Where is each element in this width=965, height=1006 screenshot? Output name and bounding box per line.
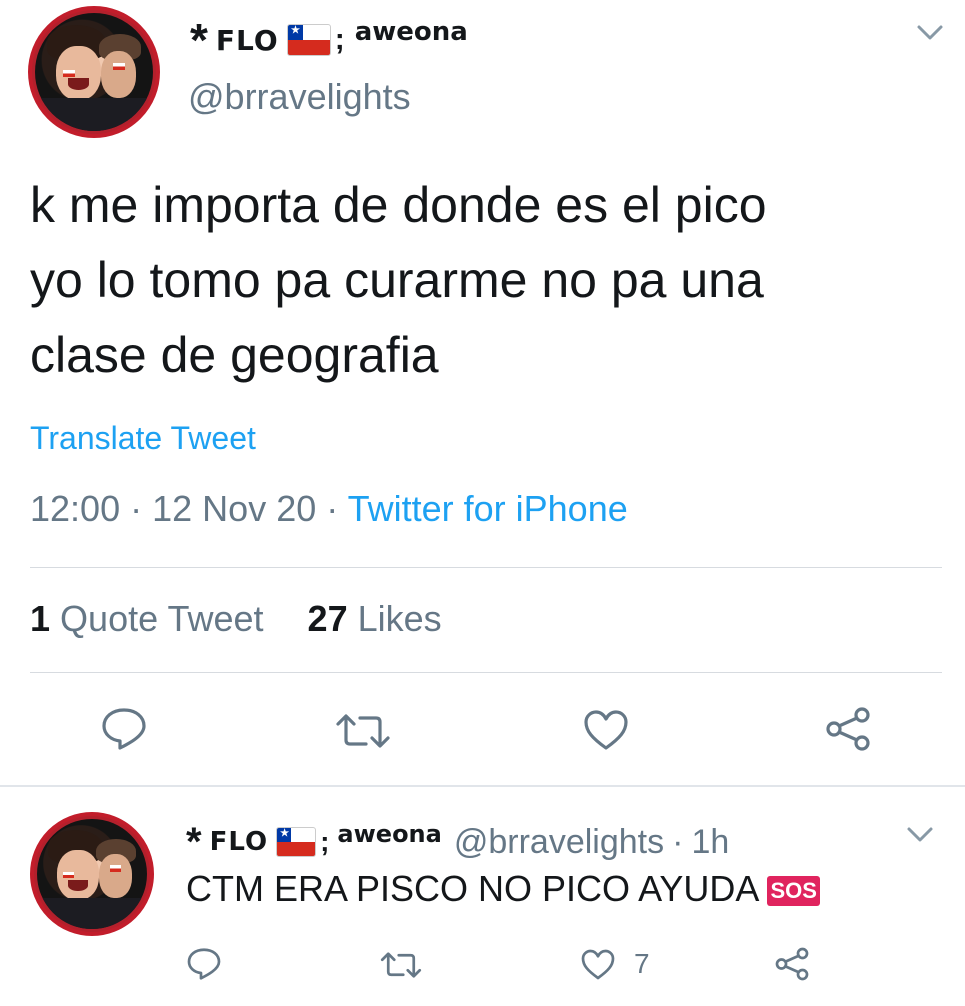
- reply-header[interactable]: * FLO ★ ; aweona @brravelights · 1h: [186, 820, 729, 864]
- retweet-icon[interactable]: [380, 950, 422, 980]
- share-icon[interactable]: [824, 706, 872, 752]
- meta-dot: ·: [130, 488, 143, 529]
- tweet-text-line: k me importa de donde es el pico: [30, 177, 767, 233]
- display-name-separator: ;: [334, 23, 345, 56]
- display-name-suffix: aweona: [354, 17, 468, 47]
- quote-count: 1: [30, 598, 51, 639]
- retweet-icon[interactable]: [335, 712, 391, 750]
- tweet-meta: 12:00 · 12 Nov 20 · Twitter for iPhone: [30, 488, 628, 530]
- likes-label: Likes: [357, 598, 442, 639]
- reply-text: CTM ERA PISCO NO PICO AYUDA SOS: [186, 868, 820, 910]
- tweet-source-link[interactable]: Twitter for iPhone: [348, 488, 628, 529]
- divider: [30, 567, 942, 568]
- display-name-suffix: aweona: [337, 820, 442, 848]
- chevron-down-icon[interactable]: [906, 826, 934, 844]
- display-name-asterisk: *: [190, 14, 208, 66]
- like-icon[interactable]: [580, 948, 616, 981]
- quote-tweets-stat[interactable]: 1 Quote Tweet: [30, 598, 264, 639]
- translate-tweet-link[interactable]: Translate Tweet: [30, 420, 256, 457]
- display-name-separator: ;: [320, 826, 330, 857]
- chile-flag-icon: ★: [286, 24, 331, 56]
- reply-age: 1h: [691, 822, 730, 861]
- reply-avatar[interactable]: [30, 812, 154, 936]
- reply-handle[interactable]: @brravelights: [454, 823, 664, 862]
- sos-emoji: SOS: [767, 876, 820, 907]
- meta-dot: ·: [672, 822, 684, 861]
- tweet-text-line: clase de geografia: [30, 327, 439, 383]
- avatar[interactable]: [28, 6, 160, 138]
- tweet-text: k me importa de donde es el pico yo lo t…: [30, 168, 930, 393]
- display-name[interactable]: * FLO ★ ; aweona: [190, 14, 468, 66]
- reply-icon[interactable]: [186, 946, 222, 982]
- like-icon[interactable]: [582, 708, 630, 752]
- display-name-text: FLO: [215, 23, 279, 57]
- reply-icon[interactable]: [100, 706, 148, 752]
- display-name-text: FLO: [209, 827, 269, 857]
- tweet-text-line: yo lo tomo pa curarme no pa una: [30, 252, 764, 308]
- chile-flag-icon: ★: [276, 827, 317, 857]
- chevron-down-icon[interactable]: [916, 24, 944, 42]
- tweet-stats: 1 Quote Tweet 27 Likes: [30, 598, 442, 640]
- tweet-date: 12 Nov 20: [152, 488, 317, 529]
- quote-label: Quote Tweet: [60, 598, 264, 639]
- likes-stat[interactable]: 27 Likes: [308, 598, 442, 639]
- share-icon[interactable]: [774, 946, 810, 982]
- reply-text-content: CTM ERA PISCO NO PICO AYUDA: [186, 868, 758, 909]
- reply-like-count: 7: [634, 948, 650, 979]
- user-handle[interactable]: @brravelights: [188, 76, 411, 118]
- tweet-time: 12:00: [30, 488, 121, 529]
- meta-dot: ·: [326, 488, 339, 529]
- section-divider: [0, 785, 965, 787]
- divider: [30, 672, 942, 673]
- likes-count: 27: [307, 598, 348, 639]
- display-name-asterisk: *: [186, 820, 202, 864]
